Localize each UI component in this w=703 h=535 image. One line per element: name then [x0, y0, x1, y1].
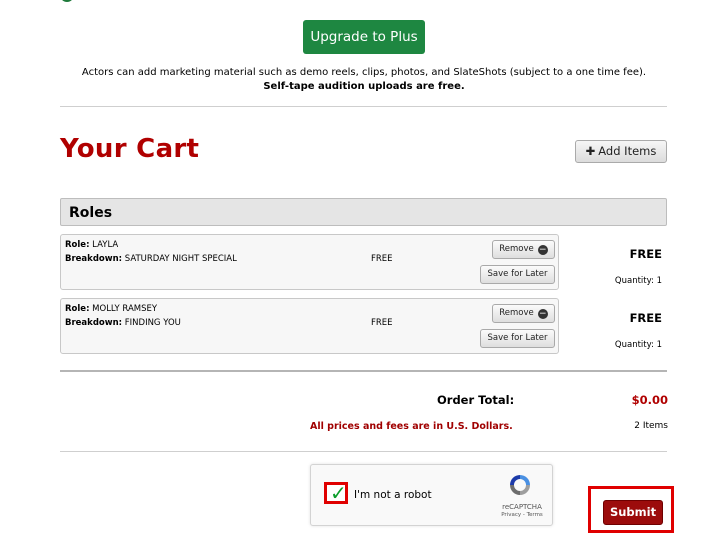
page-title: Your Cart: [60, 134, 200, 164]
order-total-value: $0.00: [631, 393, 668, 407]
role-fee: FREE: [371, 318, 393, 328]
self-tape-info-text: Self-tape audition uploads are free.: [263, 81, 465, 92]
save-for-later-button[interactable]: Save for Later: [480, 329, 555, 348]
remove-label: Remove: [499, 244, 534, 254]
order-total-label: Order Total:: [437, 393, 515, 407]
item-price: FREE: [629, 311, 662, 325]
recaptcha-checkbox[interactable]: ✓: [324, 481, 348, 505]
breakdown-label: Breakdown:: [65, 254, 123, 264]
recaptcha-logo-icon: [510, 475, 530, 495]
roles-section-header: Roles: [60, 198, 667, 226]
minus-circle-icon: −: [537, 245, 548, 255]
role-fee: FREE: [371, 254, 393, 264]
breakdown-name: FINDING YOU: [124, 318, 181, 328]
partial-logo-icon: [60, 0, 74, 2]
add-items-button[interactable]: ✚ Add Items: [575, 140, 667, 163]
remove-button[interactable]: Remove −: [492, 240, 555, 259]
divider: [60, 106, 667, 107]
breakdown-name: SATURDAY NIGHT SPECIAL: [124, 254, 237, 264]
submit-button[interactable]: Submit: [603, 500, 663, 525]
divider: [60, 370, 667, 372]
save-for-later-button[interactable]: Save for Later: [480, 265, 555, 284]
add-items-label: Add Items: [598, 144, 657, 158]
breakdown-label: Breakdown:: [65, 318, 123, 328]
item-quantity: Quantity: 1: [614, 340, 662, 350]
role-name: LAYLA: [92, 240, 119, 250]
divider: [60, 451, 667, 452]
item-quantity: Quantity: 1: [614, 276, 662, 286]
items-count: 2 Items: [634, 421, 668, 431]
currency-note: All prices and fees are in U.S. Dollars.: [310, 421, 513, 432]
item-price: FREE: [629, 247, 662, 261]
remove-label: Remove: [499, 308, 534, 318]
role-name: MOLLY RAMSEY: [92, 304, 158, 314]
plus-icon: ✚: [585, 144, 596, 158]
minus-circle-icon: −: [537, 309, 548, 319]
marketing-info-text: Actors can add marketing material such a…: [81, 67, 647, 78]
recaptcha-links[interactable]: Privacy - Terms: [497, 512, 547, 518]
role-label: Role:: [65, 304, 90, 314]
breakdown-line: Breakdown: FINDING YOU: [65, 318, 181, 328]
role-name-line: Role: MOLLY RAMSEY: [65, 304, 157, 314]
role-label: Role:: [65, 240, 90, 250]
remove-button[interactable]: Remove −: [492, 304, 555, 323]
recaptcha-brand: reCAPTCHA: [502, 503, 542, 511]
upgrade-to-plus-button[interactable]: Upgrade to Plus: [303, 20, 425, 54]
checkmark-icon: ✓: [330, 481, 347, 505]
breakdown-line: Breakdown: SATURDAY NIGHT SPECIAL: [65, 254, 237, 264]
role-name-line: Role: LAYLA: [65, 240, 118, 250]
recaptcha-label: I'm not a robot: [354, 489, 432, 501]
